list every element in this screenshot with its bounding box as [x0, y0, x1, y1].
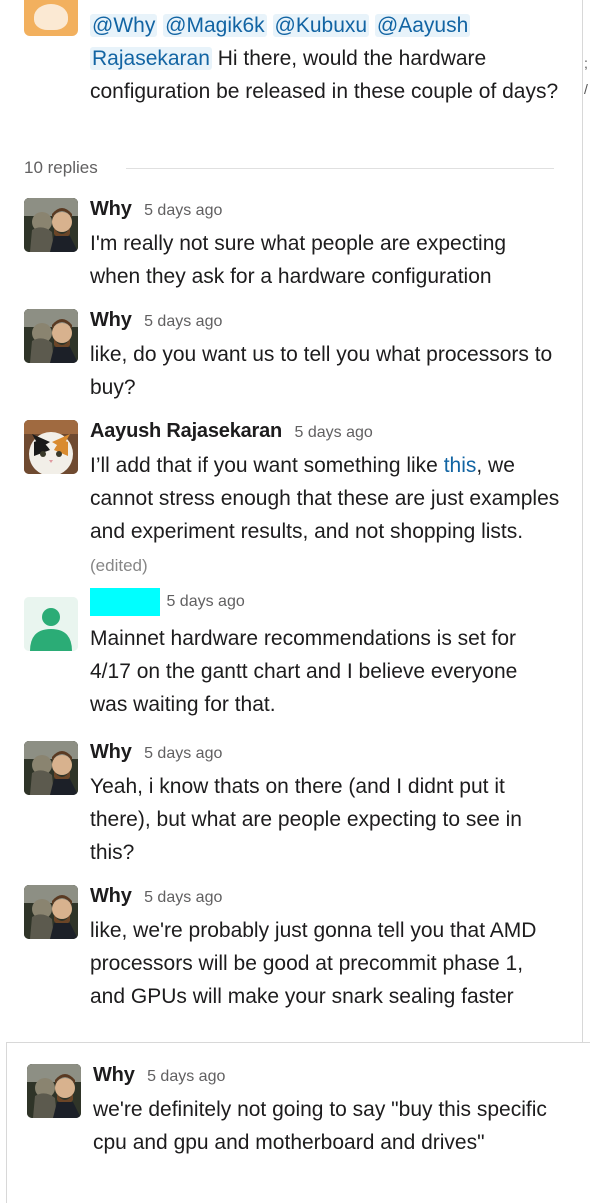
author-name[interactable]: Why: [93, 1064, 135, 1086]
edited-label: (edited): [90, 556, 148, 575]
author-name[interactable]: Why: [90, 309, 132, 331]
message-text: we're definitely not going to say "buy t…: [93, 1098, 547, 1154]
avatar[interactable]: [24, 0, 78, 36]
message-timestamp[interactable]: 5 days ago: [144, 313, 222, 330]
message-text: Mainnet hardware recommendations is set …: [90, 627, 518, 716]
author-name[interactable]: Aayush Rajasekaran: [90, 420, 282, 442]
avatar[interactable]: [27, 1064, 81, 1118]
message-text: I'm really not sure what people are expe…: [90, 232, 507, 288]
divider-line: [126, 168, 554, 169]
message-text: I’ll add that if you want something like…: [90, 449, 560, 582]
author-name[interactable]: Why: [90, 885, 132, 907]
message-timestamp[interactable]: 5 days ago: [144, 889, 222, 906]
message-text: like, we're probably just gonna tell you…: [90, 919, 537, 1008]
mention-link[interactable]: @Why: [90, 14, 158, 37]
message-timestamp[interactable]: 5 days ago: [144, 202, 222, 219]
author-name[interactable]: Why: [90, 198, 132, 220]
message-text: Yeah, i know thats on there (and I didnt…: [90, 775, 522, 864]
author-name[interactable]: Why: [90, 741, 132, 763]
message-text-part: I’ll add that if you want something like: [90, 454, 444, 477]
panel-edge-divider: [582, 0, 583, 1042]
edge-glyph: /: [584, 81, 588, 97]
avatar[interactable]: [24, 741, 78, 795]
user-silhouette-icon[interactable]: [24, 597, 78, 651]
mention-link[interactable]: @Kubuxu: [272, 14, 370, 37]
mention-link[interactable]: Rajasekaran: [90, 47, 212, 70]
message-timestamp[interactable]: 5 days ago: [147, 1068, 225, 1085]
edge-glyph: ;: [584, 55, 588, 71]
replies-count: 10 replies: [24, 158, 98, 177]
redacted-name: [90, 588, 160, 616]
avatar[interactable]: [24, 198, 78, 252]
avatar[interactable]: [24, 420, 78, 474]
mention-link[interactable]: @Aayush: [374, 14, 471, 37]
avatar[interactable]: [24, 885, 78, 939]
message-timestamp[interactable]: 5 days ago: [295, 424, 373, 441]
message-link[interactable]: this: [444, 454, 477, 477]
avatar[interactable]: [24, 309, 78, 363]
thread-view: ; / @Why @Magik6k @Kubuxu @Aayush Rajase…: [0, 0, 590, 1203]
parent-message-text: @Why @Magik6k @Kubuxu @Aayush Rajasekara…: [90, 9, 560, 108]
mention-link[interactable]: @Magik6k: [163, 14, 267, 37]
replies-divider: 10 replies: [24, 156, 554, 180]
message-text: like, do you want us to tell you what pr…: [90, 343, 553, 399]
message-timestamp[interactable]: 5 days ago: [166, 593, 244, 610]
message-timestamp[interactable]: 5 days ago: [144, 745, 222, 762]
